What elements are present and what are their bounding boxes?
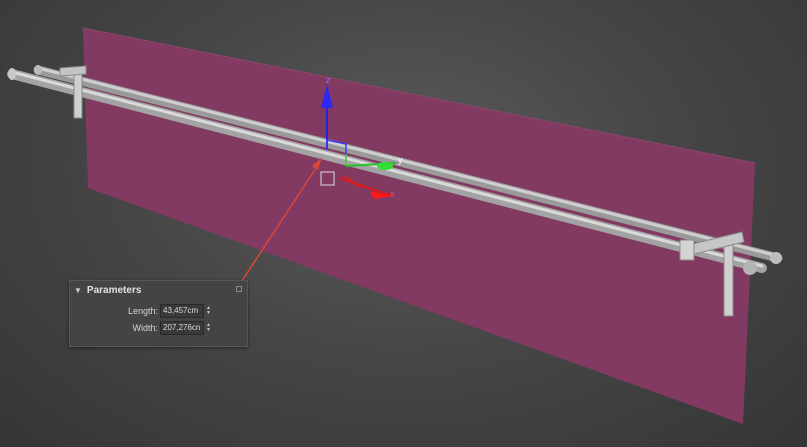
rod-end-cap-left-back <box>34 65 42 75</box>
length-field[interactable]: 43,457cm <box>160 304 204 318</box>
parameters-title: Parameters <box>86 284 142 296</box>
3d-viewport[interactable]: z y x <box>0 0 807 447</box>
length-label: Length: <box>127 306 158 316</box>
collapse-arrow-icon[interactable]: ▼ <box>74 286 82 295</box>
width-field[interactable]: 207,276cn <box>160 321 204 335</box>
gizmo-axis-z-label: z <box>326 75 331 85</box>
gizmo-axis-x-label: x <box>390 189 395 199</box>
width-label: Width: <box>132 323 158 333</box>
rod-end-cap-right-front <box>743 261 757 275</box>
gizmo-y-arrow-icon[interactable] <box>377 162 393 170</box>
rod-end-cap-right-back <box>770 252 782 264</box>
parameters-header[interactable]: ▼ Parameters <box>70 281 247 299</box>
rod-end-cap-left-front <box>8 68 16 80</box>
length-row: Length: 43,457cm ▲ ▼ <box>70 304 247 318</box>
gizmo-axis-y-label: y <box>398 155 403 165</box>
pin-icon[interactable] <box>236 286 242 292</box>
parameters-panel: ▼ Parameters Length: 43,457cm ▲ ▼ Width: … <box>69 280 248 347</box>
width-spinner-icon[interactable]: ▲ ▼ <box>205 322 212 334</box>
width-row: Width: 207,276cn ▲ ▼ <box>70 321 247 335</box>
length-spinner-icon[interactable]: ▲ ▼ <box>205 305 212 317</box>
